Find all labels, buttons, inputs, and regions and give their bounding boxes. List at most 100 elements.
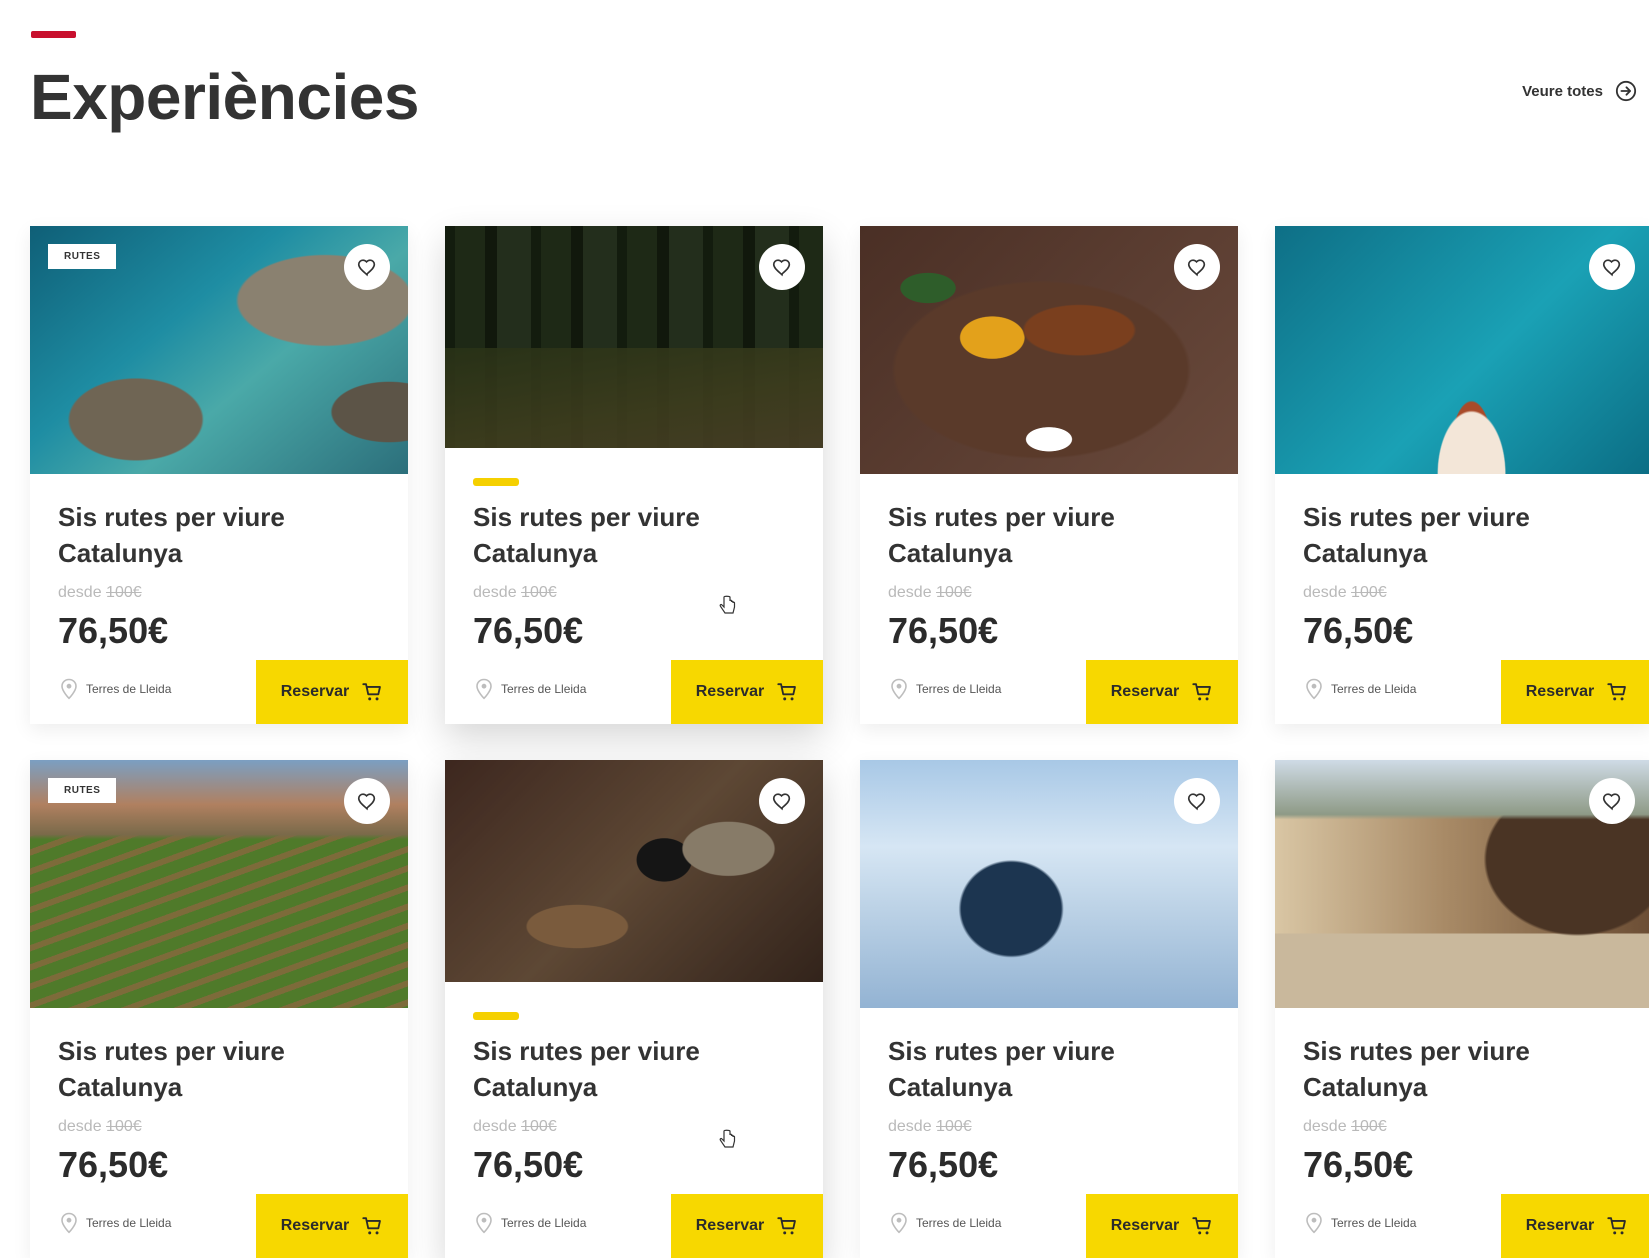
experience-card[interactable]: RUTES Sis rutes per viure Catalunya desd…	[30, 226, 408, 724]
book-button-label: Reservar	[1110, 683, 1180, 700]
card-image	[445, 760, 823, 982]
old-price: 100€	[1351, 584, 1387, 601]
cart-icon	[1192, 683, 1212, 701]
favorite-button[interactable]	[759, 778, 805, 824]
card-title[interactable]: Sis rutes per viure Catalunya	[888, 500, 1208, 572]
book-button[interactable]: Reservar	[671, 1194, 823, 1258]
card-body: Sis rutes per viure Catalunya desde 100€…	[860, 1008, 1238, 1258]
favorite-button[interactable]	[759, 244, 805, 290]
current-price: 76,50€	[473, 1144, 584, 1185]
book-button[interactable]: Reservar	[1501, 660, 1649, 724]
old-price: 100€	[521, 584, 557, 601]
favorite-button[interactable]	[344, 244, 390, 290]
book-button[interactable]: Reservar	[256, 1194, 408, 1258]
card-title[interactable]: Sis rutes per viure Catalunya	[58, 500, 378, 572]
location-label: Terres de Lleida	[1331, 682, 1417, 696]
location: Terres de Lleida	[890, 1212, 1001, 1234]
from-label: desde	[58, 584, 107, 601]
experience-card[interactable]: RUTES Sis rutes per viure Catalunya desd…	[30, 760, 408, 1258]
hand-cursor-icon	[719, 1129, 736, 1148]
heart-icon	[357, 793, 376, 811]
card-title[interactable]: Sis rutes per viure Catalunya	[1303, 500, 1623, 572]
card-title[interactable]: Sis rutes per viure Catalunya	[1303, 1034, 1623, 1106]
location-label: Terres de Lleida	[501, 682, 587, 696]
favorite-button[interactable]	[1589, 244, 1635, 290]
book-button-label: Reservar	[695, 1217, 765, 1234]
card-body: Sis rutes per viure Catalunya desde 100€…	[1275, 474, 1649, 724]
map-pin-icon	[61, 678, 77, 700]
book-button[interactable]: Reservar	[256, 660, 408, 724]
experience-card[interactable]: Sis rutes per viure Catalunya desde 100€…	[860, 760, 1238, 1258]
book-button-label: Reservar	[1525, 683, 1595, 700]
current-price: 76,50€	[58, 1144, 169, 1185]
card-title[interactable]: Sis rutes per viure Catalunya	[473, 500, 793, 572]
location-label: Terres de Lleida	[86, 682, 172, 696]
card-image	[445, 226, 823, 448]
category-tag: RUTES	[48, 244, 117, 269]
heart-icon	[1602, 793, 1621, 811]
location: Terres de Lleida	[475, 678, 586, 700]
experience-card[interactable]: Sis rutes per viure Catalunya desde 100€…	[1275, 226, 1649, 724]
map-pin-icon	[1306, 678, 1322, 700]
title-accent-bar	[31, 31, 76, 38]
card-body: Sis rutes per viure Catalunya desde 100€…	[860, 474, 1238, 724]
from-price: desde 100€	[473, 1118, 557, 1136]
location: Terres de Lleida	[475, 1212, 586, 1234]
card-title[interactable]: Sis rutes per viure Catalunya	[888, 1034, 1208, 1106]
card-body: Sis rutes per viure Catalunya desde 100€…	[30, 474, 408, 724]
from-price: desde 100€	[58, 1118, 142, 1136]
heart-icon	[1602, 259, 1621, 277]
favorite-button[interactable]	[1589, 778, 1635, 824]
card-body: Sis rutes per viure Catalunya desde 100€…	[445, 448, 823, 724]
current-price: 76,50€	[1303, 610, 1414, 651]
book-button[interactable]: Reservar	[1086, 660, 1238, 724]
book-button[interactable]: Reservar	[671, 660, 823, 724]
from-price: desde 100€	[1303, 584, 1387, 602]
old-price: 100€	[106, 584, 142, 601]
book-button-label: Reservar	[1525, 1217, 1595, 1234]
map-pin-icon	[891, 678, 907, 700]
location-label: Terres de Lleida	[916, 682, 1002, 696]
from-price: desde 100€	[1303, 1118, 1387, 1136]
favorite-button[interactable]	[1174, 778, 1220, 824]
location: Terres de Lleida	[890, 678, 1001, 700]
experience-card[interactable]: Sis rutes per viure Catalunya desde 100€…	[445, 226, 823, 724]
page-title: Experiències	[30, 61, 419, 133]
see-all-link[interactable]: Veure totes	[1522, 80, 1637, 102]
cart-icon	[1607, 683, 1627, 701]
card-image: RUTES	[30, 226, 408, 474]
experience-card[interactable]: Sis rutes per viure Catalunya desde 100€…	[860, 226, 1238, 724]
current-price: 76,50€	[473, 610, 584, 651]
location-label: Terres de Lleida	[86, 1216, 172, 1230]
favorite-button[interactable]	[1174, 244, 1220, 290]
location: Terres de Lleida	[60, 678, 171, 700]
location-label: Terres de Lleida	[1331, 1216, 1417, 1230]
location: Terres de Lleida	[1305, 678, 1416, 700]
card-image	[1275, 760, 1649, 1008]
card-title[interactable]: Sis rutes per viure Catalunya	[473, 1034, 793, 1106]
current-price: 76,50€	[1303, 1144, 1414, 1185]
hover-accent-line	[473, 1012, 519, 1020]
book-button-label: Reservar	[280, 1217, 350, 1234]
location-label: Terres de Lleida	[916, 1216, 1002, 1230]
cart-icon	[362, 1217, 382, 1235]
book-button[interactable]: Reservar	[1086, 1194, 1238, 1258]
cart-icon	[1192, 1217, 1212, 1235]
from-label: desde	[888, 1118, 937, 1135]
favorite-button[interactable]	[344, 778, 390, 824]
experience-card[interactable]: Sis rutes per viure Catalunya desde 100€…	[1275, 760, 1649, 1258]
experience-card[interactable]: Sis rutes per viure Catalunya desde 100€…	[445, 760, 823, 1258]
location-label: Terres de Lleida	[501, 1216, 587, 1230]
map-pin-icon	[476, 678, 492, 700]
card-title[interactable]: Sis rutes per viure Catalunya	[58, 1034, 378, 1106]
old-price: 100€	[936, 1118, 972, 1135]
book-button[interactable]: Reservar	[1501, 1194, 1649, 1258]
old-price: 100€	[1351, 1118, 1387, 1135]
map-pin-icon	[476, 1212, 492, 1234]
from-label: desde	[473, 584, 522, 601]
cart-icon	[362, 683, 382, 701]
heart-icon	[772, 259, 791, 277]
card-body: Sis rutes per viure Catalunya desde 100€…	[445, 982, 823, 1258]
old-price: 100€	[936, 584, 972, 601]
current-price: 76,50€	[58, 610, 169, 651]
